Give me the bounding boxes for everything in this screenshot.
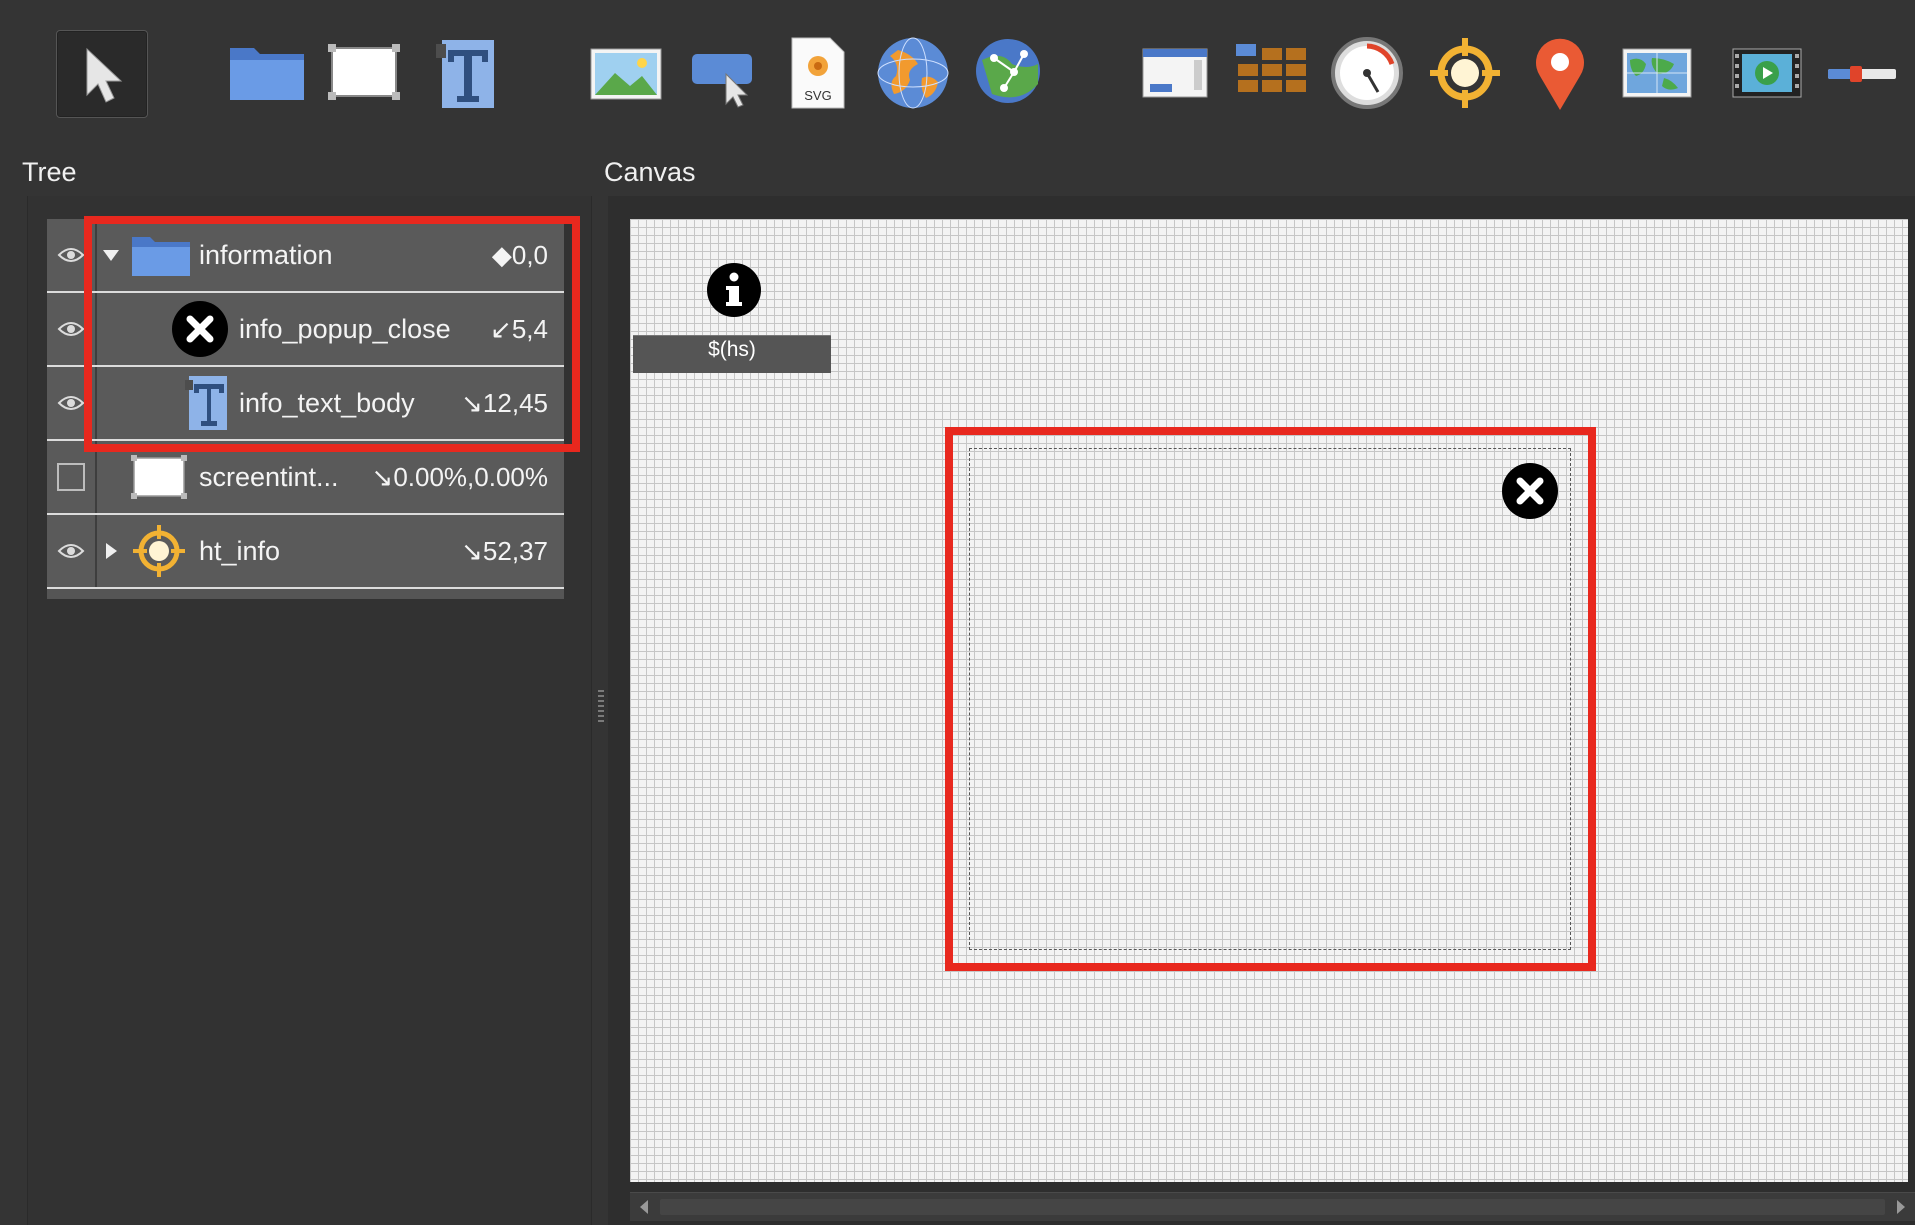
tree-list-footer: [47, 589, 564, 599]
rectangle-icon: [328, 44, 400, 100]
tree-row-info-text-body[interactable]: info_text_body ↘12,45: [47, 367, 564, 441]
panel-splitter-handle[interactable]: [598, 690, 604, 724]
eye-icon: [57, 396, 85, 410]
tree-row-label: ht_info: [199, 535, 281, 566]
arrow-pointer-icon: [86, 47, 123, 103]
row-icon: [171, 293, 229, 365]
canvas-horizontal-scrollbar[interactable]: [630, 1192, 1915, 1221]
button-click-icon: [692, 54, 752, 108]
text-icon: [436, 40, 494, 108]
gauge-icon: [1331, 37, 1403, 109]
svg-tool[interactable]: SVG: [790, 36, 846, 110]
image-icon: [590, 48, 662, 100]
map-node-tool[interactable]: [974, 36, 1042, 106]
expand-toggle[interactable]: [99, 515, 123, 587]
visibility-toggle[interactable]: [47, 367, 97, 439]
tree-row-screentint[interactable]: screentint... ↘0.00%,0.00%: [47, 441, 564, 515]
triangle-right-icon: [106, 543, 117, 559]
tree-row-coord: ↘0.00%,0.00%: [371, 461, 548, 492]
visibility-toggle[interactable]: [47, 293, 97, 365]
toolbar: SVG: [0, 0, 1915, 150]
tree-row-information[interactable]: information ◆0,0: [47, 219, 564, 293]
row-icon: [131, 219, 191, 291]
canvas[interactable]: $(hs): [630, 219, 1908, 1182]
tree-row-ht-info[interactable]: ht_info ↘52,37: [47, 515, 564, 589]
row-icon: [131, 515, 187, 587]
tree-row-info-popup-close[interactable]: info_popup_close ↙5,4: [47, 293, 564, 367]
grid-icon: [1236, 44, 1306, 92]
svg-file-icon: SVG: [791, 37, 845, 109]
rectangle-icon: [131, 455, 187, 499]
text-icon: [185, 376, 227, 430]
close-icon[interactable]: [1501, 462, 1559, 520]
close-icon: [172, 301, 228, 357]
tree-row-coord: ↙5,4: [490, 313, 548, 344]
image-tool[interactable]: [590, 48, 662, 100]
tree-row-label: info_popup_close: [239, 313, 451, 344]
globe-icon: [877, 37, 949, 109]
world-map-icon: [1622, 48, 1692, 98]
row-icon: [185, 367, 229, 439]
video-icon: [1732, 48, 1802, 98]
scroll-right-icon[interactable]: [1893, 1198, 1909, 1216]
tree-row-label: screentint...: [199, 461, 339, 492]
video-tool[interactable]: [1732, 48, 1802, 98]
scroll-track[interactable]: [660, 1199, 1885, 1215]
visibility-toggle[interactable]: [47, 219, 97, 291]
crosshair-icon: [133, 525, 185, 577]
info-icon[interactable]: [706, 262, 762, 318]
pin-tool[interactable]: [1534, 36, 1586, 112]
crosshair-icon: [1430, 38, 1500, 108]
text-tool[interactable]: [434, 36, 496, 110]
grid-tool[interactable]: [1236, 44, 1308, 100]
canvas-panel-title: Canvas: [604, 157, 696, 187]
tree-row-label: info_text_body: [239, 387, 415, 418]
window-icon: [1142, 48, 1208, 98]
expand-toggle[interactable]: [99, 219, 123, 291]
pointer-tool[interactable]: [56, 30, 148, 118]
folder-icon: [230, 48, 304, 100]
tree-list: information ◆0,0 info_popup_close ↙5,4 i…: [47, 219, 564, 599]
tree-row-coord: ↘12,45: [461, 387, 548, 418]
tree-panel-title: Tree: [22, 157, 77, 187]
visibility-toggle[interactable]: [47, 441, 97, 513]
eye-icon: [57, 248, 85, 262]
globe-tool[interactable]: [876, 36, 950, 110]
tree-row-coord: ◆0,0: [491, 239, 548, 270]
button-tool[interactable]: [690, 48, 756, 108]
node-map-icon: [976, 39, 1040, 103]
rectangle-tool[interactable]: [328, 44, 400, 100]
svg-tool-label: SVG: [804, 88, 831, 103]
map-tool[interactable]: [1622, 48, 1692, 98]
folder-tool[interactable]: [228, 40, 306, 102]
folder-icon: [132, 237, 190, 276]
map-pin-icon: [1536, 38, 1584, 110]
gauge-tool[interactable]: [1330, 36, 1404, 110]
info-popup-frame[interactable]: [969, 448, 1571, 950]
tree-row-label: information: [199, 239, 333, 270]
hotspot-label: $(hs): [633, 335, 831, 373]
row-icon: [131, 441, 187, 513]
window-tool[interactable]: [1142, 48, 1208, 98]
eye-icon: [57, 544, 85, 558]
visibility-toggle[interactable]: [47, 515, 97, 587]
visibility-checkbox[interactable]: [57, 463, 85, 491]
triangle-down-icon: [103, 250, 119, 261]
slider-tool[interactable]: [1826, 64, 1898, 84]
slider-icon: [1828, 66, 1896, 82]
tree-row-coord: ↘52,37: [461, 535, 548, 566]
eye-icon: [57, 322, 85, 336]
hotspot-tool[interactable]: [1428, 36, 1502, 110]
scroll-left-icon[interactable]: [636, 1198, 652, 1216]
